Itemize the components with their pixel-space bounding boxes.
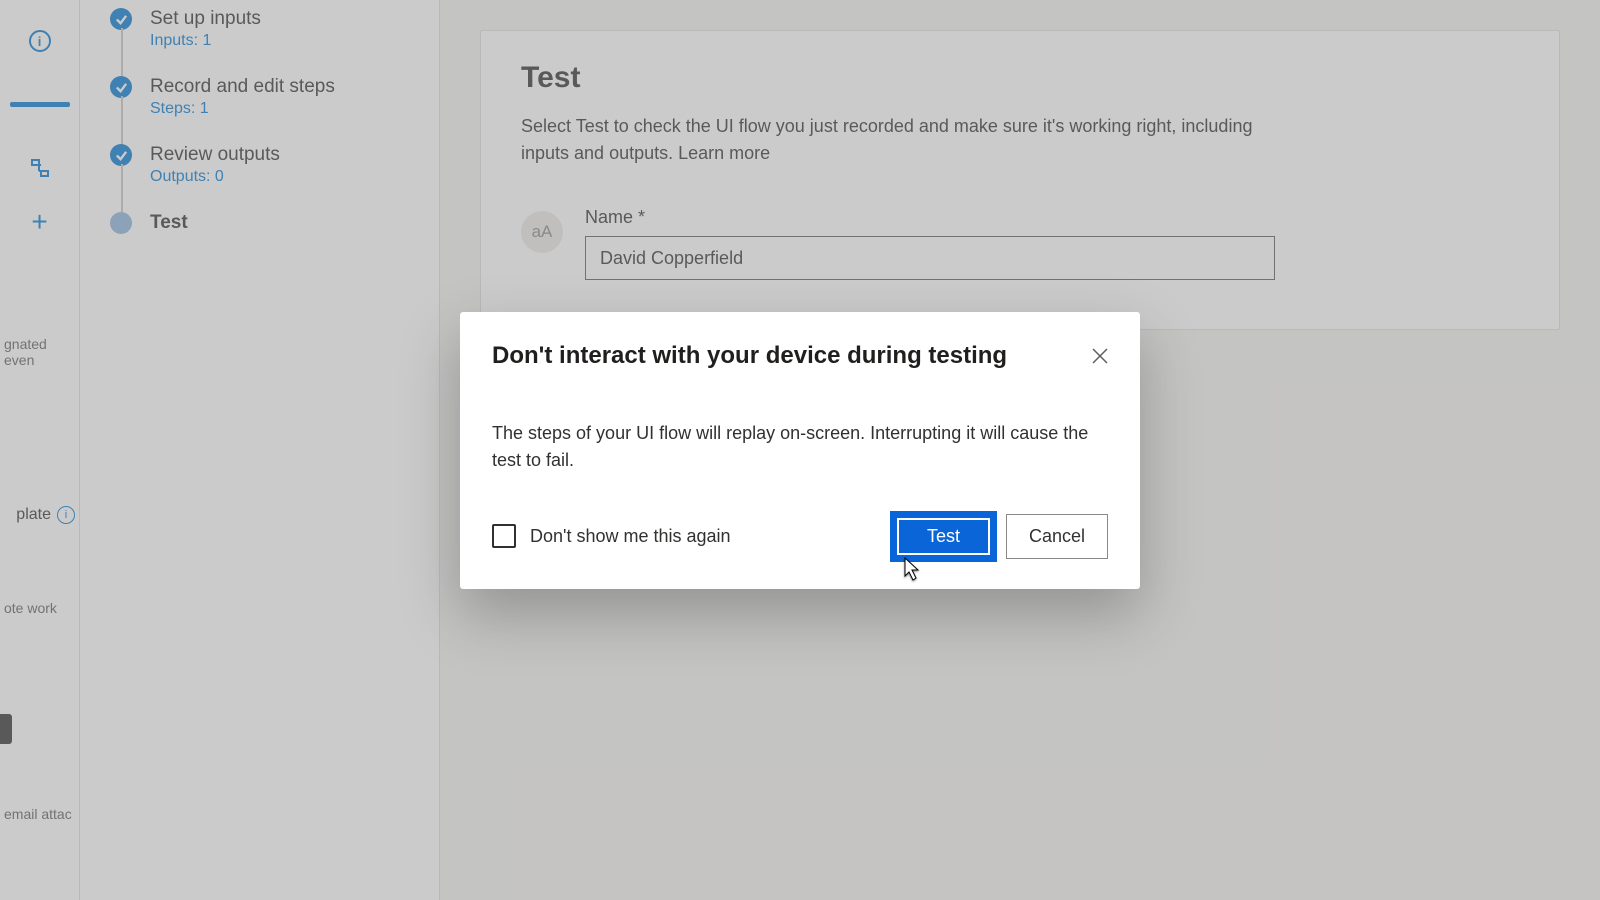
dialog-footer: Don't show me this again Test Cancel <box>492 514 1108 559</box>
test-warning-dialog: Don't interact with your device during t… <box>460 312 1140 589</box>
dont-show-checkbox-row[interactable]: Don't show me this again <box>492 524 731 548</box>
dialog-body-text: The steps of your UI flow will replay on… <box>492 420 1092 474</box>
cancel-button[interactable]: Cancel <box>1006 514 1108 559</box>
checkbox-icon[interactable] <box>492 524 516 548</box>
dialog-title: Don't interact with your device during t… <box>492 342 1032 370</box>
close-icon[interactable] <box>1084 340 1116 372</box>
modal-overlay: Don't interact with your device during t… <box>0 0 1600 900</box>
test-button[interactable]: Test <box>893 514 994 559</box>
checkbox-label: Don't show me this again <box>530 526 731 547</box>
